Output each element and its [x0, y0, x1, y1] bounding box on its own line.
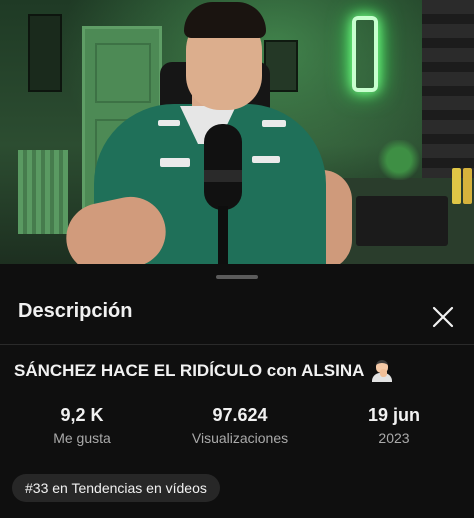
emoji-hand: [380, 369, 388, 377]
likes-label: Me gusta: [53, 430, 111, 446]
laptop: [356, 196, 448, 246]
shirt-logo: [158, 120, 180, 126]
likes-stat: 9,2 K Me gusta: [34, 404, 130, 448]
person-hair: [184, 2, 266, 38]
microphone: [204, 124, 242, 210]
likes-count: 9,2 K: [60, 405, 104, 425]
video-title-text: SÁNCHEZ HACE EL RIDÍCULO con ALSINA: [14, 361, 365, 380]
radiator: [18, 150, 68, 234]
views-count: 97.624: [212, 405, 268, 425]
video-player[interactable]: [0, 0, 474, 264]
video-title: SÁNCHEZ HACE EL RIDÍCULO con ALSINA: [14, 360, 464, 382]
microphone-band: [204, 170, 242, 182]
description-sheet: Descripción SÁNCHEZ HACE EL RIDÍCULO con…: [0, 264, 474, 518]
shirt-logo: [262, 120, 286, 127]
microphone-stand: [218, 206, 228, 264]
close-button[interactable]: [426, 300, 460, 334]
publish-date: 19 jun: [367, 405, 420, 425]
door-panel: [95, 43, 151, 103]
views-label: Visualizaciones: [191, 430, 289, 446]
trending-chip[interactable]: #33 en Tendencias en vídeos: [12, 474, 220, 502]
can: [452, 168, 461, 204]
publish-date-stat: 19 jun 2023: [354, 404, 434, 448]
plant: [376, 140, 422, 180]
drag-handle[interactable]: [216, 275, 258, 279]
shirt-logo: [252, 156, 280, 163]
neon-sign: [352, 16, 378, 92]
video-stats: 9,2 K Me gusta 97.624 Visualizaciones 19…: [0, 404, 474, 454]
wall-poster: [28, 14, 62, 92]
can: [463, 168, 472, 204]
sheet-title: Descripción: [18, 300, 133, 322]
shirt-logo: [160, 158, 190, 167]
divider: [0, 344, 474, 345]
views-stat: 97.624 Visualizaciones: [180, 404, 300, 448]
publish-year: 2023: [378, 430, 410, 446]
man-shrugging-emoji-icon: [372, 360, 393, 382]
close-icon: [432, 306, 454, 328]
